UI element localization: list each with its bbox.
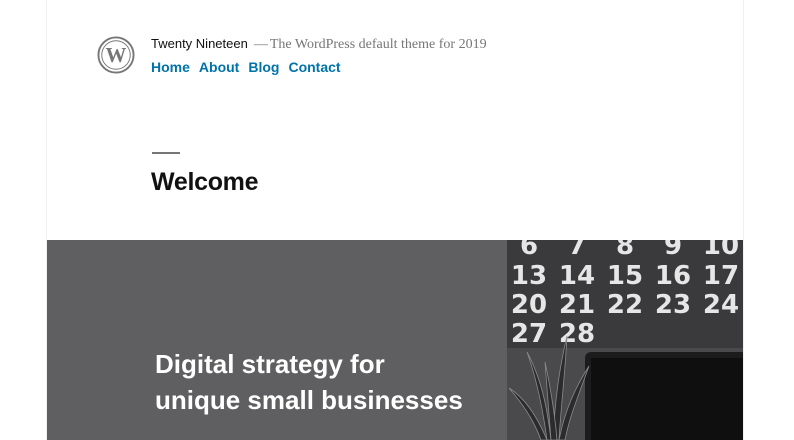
calendar-number: 28 [559,319,595,349]
calendar-number: 22 [607,290,643,320]
nav-item-about[interactable]: About [199,59,239,75]
hero-image-calendar-plant: 6 7 8 9 10 13 14 15 16 17 20 21 22 23 24 27 28 [507,240,743,440]
main-navigation: Home About Blog Contact [151,59,487,75]
site-description: The WordPress default theme for 2019 [269,37,487,52]
calendar-number: 27 [511,319,547,349]
site-header: W Twenty Nineteen — The WordPress defaul… [97,36,487,75]
hero-heading-line-1: Digital strategy for [155,349,385,379]
calendar-number: 14 [559,261,595,291]
site-title[interactable]: Twenty Nineteen [151,36,248,51]
nav-item-contact[interactable]: Contact [288,59,340,75]
site-branding: Twenty Nineteen — The WordPress default … [151,36,487,75]
calendar-number: 9 [664,240,682,261]
page-frame: W Twenty Nineteen — The WordPress defaul… [46,0,744,440]
calendar-number: 6 [520,240,538,261]
svg-text:W: W [106,43,127,67]
calendar-number: 16 [655,261,691,291]
page-title: Welcome [151,168,259,196]
calendar-number: 20 [511,290,547,320]
calendar-number: 17 [703,261,739,291]
hero-heading-line-2: unique small businesses [155,385,463,415]
wordpress-logo-icon[interactable]: W [97,36,135,74]
calendar-number: 13 [511,261,547,291]
nav-item-blog[interactable]: Blog [248,59,279,75]
calendar-number: 7 [568,240,586,261]
hero-heading: Digital strategy for unique small busine… [155,346,515,418]
title-divider [152,152,180,154]
calendar-number: 24 [703,290,739,320]
site-title-separator: — [253,37,268,52]
calendar-number: 8 [616,240,634,261]
hero-cover: 6 7 8 9 10 13 14 15 16 17 20 21 22 23 24 27 28 Digital s… [47,240,743,440]
site-title-line: Twenty Nineteen — The WordPress default … [151,36,487,53]
calendar-number: 10 [703,240,739,261]
calendar-number: 23 [655,290,691,320]
nav-item-home[interactable]: Home [151,59,190,75]
calendar-number: 21 [559,290,595,320]
calendar-number: 15 [607,261,643,291]
